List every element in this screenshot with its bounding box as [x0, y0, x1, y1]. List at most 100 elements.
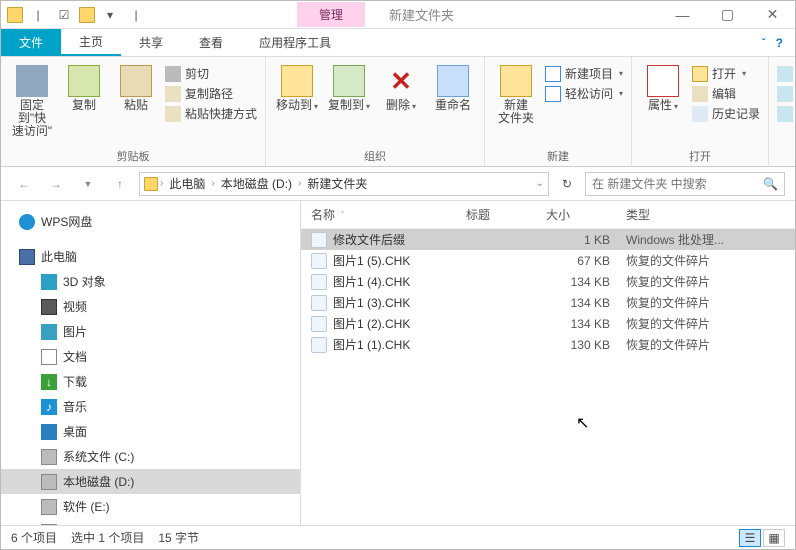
search-input[interactable] — [592, 177, 763, 191]
navigation-pane[interactable]: WPS网盘 此电脑 3D 对象 视频 图片 文档 ↓下载 ♪音乐 桌面 系统文件… — [1, 201, 301, 525]
minimize-button[interactable]: — — [660, 1, 705, 29]
history-button[interactable]: 历史记录 — [692, 105, 760, 122]
paste-button[interactable]: 粘贴 — [113, 61, 159, 112]
nav-3d[interactable]: 3D 对象 — [1, 269, 300, 294]
search-box[interactable]: 🔍 — [585, 172, 785, 196]
tab-view[interactable]: 查看 — [181, 29, 241, 56]
back-button[interactable]: ← — [11, 171, 37, 197]
newfolder-button[interactable]: 新建 文件夹 — [493, 61, 539, 125]
contextual-tab-manage[interactable]: 管理 — [297, 2, 365, 27]
up-button[interactable]: ↑ — [107, 171, 133, 197]
pasteshortcut-button[interactable]: 粘贴快捷方式 — [165, 105, 257, 122]
nav-drive-c[interactable]: 系统文件 (C:) — [1, 444, 300, 469]
titlebar: | ☑ ▾ | 管理 新建文件夹 — ▢ ✕ — [1, 1, 795, 29]
refresh-button[interactable]: ↻ — [555, 172, 579, 196]
download-icon: ↓ — [41, 374, 57, 390]
breadcrumb-drive[interactable]: 本地磁盘 (D:) — [217, 175, 296, 192]
file-pane: 名称ˇ 标题 大小 类型 修改文件后缀1 KBWindows 批处理...图片1… — [301, 201, 795, 525]
breadcrumb-dropdown-icon[interactable]: ⌄ — [536, 178, 544, 189]
tab-share[interactable]: 共享 — [121, 29, 181, 56]
file-row[interactable]: 图片1 (4).CHK134 KB恢复的文件碎片 — [301, 271, 795, 292]
moveto-button[interactable]: 移动到▾ — [274, 61, 320, 113]
delete-button[interactable]: ✕删除▾ — [378, 61, 424, 113]
nav-pc[interactable]: 此电脑 — [1, 244, 300, 269]
column-headers[interactable]: 名称ˇ 标题 大小 类型 — [301, 201, 795, 229]
file-name: 图片1 (5).CHK — [333, 252, 410, 269]
file-size: 130 KB — [546, 338, 626, 352]
copyto-button[interactable]: 复制到▾ — [326, 61, 372, 113]
selectall-button[interactable]: 全部选择 — [777, 65, 796, 82]
file-icon — [311, 253, 327, 269]
column-type[interactable]: 类型 — [626, 206, 795, 223]
chevron-right-icon[interactable]: › — [211, 178, 214, 189]
selectinvert-button[interactable]: 反向选择 — [777, 105, 796, 122]
tab-home[interactable]: 主页 — [61, 29, 121, 56]
file-row[interactable]: 图片1 (3).CHK134 KB恢复的文件碎片 — [301, 292, 795, 313]
pin-button[interactable]: 固定到"快 速访问" — [9, 61, 55, 138]
file-row[interactable]: 图片1 (5).CHK67 KB恢复的文件碎片 — [301, 250, 795, 271]
rename-button[interactable]: 重命名 — [430, 61, 476, 112]
file-icon — [311, 337, 327, 353]
nav-music[interactable]: ♪音乐 — [1, 394, 300, 419]
nav-documents[interactable]: 文档 — [1, 344, 300, 369]
file-type: 恢复的文件碎片 — [626, 252, 795, 269]
icons-view-button[interactable]: ▦ — [763, 529, 785, 547]
drive-icon — [41, 499, 57, 515]
column-size[interactable]: 大小 — [546, 206, 626, 223]
group-new-label: 新建 — [493, 146, 623, 164]
qat-folder-icon[interactable] — [79, 7, 95, 23]
file-type: 恢复的文件碎片 — [626, 336, 795, 353]
breadcrumb-folder[interactable]: 新建文件夹 — [303, 175, 371, 192]
nav-pictures[interactable]: 图片 — [1, 319, 300, 344]
copypath-button[interactable]: 复制路径 — [165, 85, 257, 102]
close-button[interactable]: ✕ — [750, 1, 795, 29]
nav-video[interactable]: 视频 — [1, 294, 300, 319]
column-title[interactable]: 标题 — [466, 206, 546, 223]
breadcrumb-pc[interactable]: 此电脑 — [165, 175, 209, 192]
qat-dropdown-icon[interactable]: ▾ — [99, 4, 121, 26]
open-button[interactable]: 打开▾ — [692, 65, 760, 82]
nav-desktop[interactable]: 桌面 — [1, 419, 300, 444]
newitem-button[interactable]: 新建项目▾ — [545, 65, 623, 82]
details-view-button[interactable]: ☰ — [739, 529, 761, 547]
drive-icon — [41, 474, 57, 490]
column-name[interactable]: 名称ˇ — [311, 206, 466, 223]
nav-drive-e[interactable]: 软件 (E:) — [1, 494, 300, 519]
ribbon-tabs: 文件 主页 共享 查看 应用程序工具 ˇ ? — [1, 29, 795, 57]
cube-icon — [41, 274, 57, 290]
folder-icon — [7, 7, 23, 23]
help-icon[interactable]: ? — [776, 36, 783, 50]
breadcrumb[interactable]: › 此电脑 › 本地磁盘 (D:) › 新建文件夹 ⌄ — [139, 172, 549, 196]
edit-button[interactable]: 编辑 — [692, 85, 760, 102]
properties-button[interactable]: 属性▾ — [640, 61, 686, 113]
video-icon — [41, 299, 57, 315]
ribbon: 固定到"快 速访问" 复制 粘贴 剪切 复制路径 粘贴快捷方式 剪贴板 移动到▾… — [1, 57, 795, 167]
copy-button[interactable]: 复制 — [61, 61, 107, 112]
file-name: 图片1 (3).CHK — [333, 294, 410, 311]
pc-icon — [19, 249, 35, 265]
file-row[interactable]: 图片1 (1).CHK130 KB恢复的文件碎片 — [301, 334, 795, 355]
search-icon[interactable]: 🔍 — [763, 177, 778, 191]
tab-file[interactable]: 文件 — [1, 29, 61, 56]
file-name: 图片1 (4).CHK — [333, 273, 410, 290]
file-row[interactable]: 图片1 (2).CHK134 KB恢复的文件碎片 — [301, 313, 795, 334]
nav-drive-d[interactable]: 本地磁盘 (D:) — [1, 469, 300, 494]
cut-button[interactable]: 剪切 — [165, 65, 257, 82]
file-list[interactable]: 修改文件后缀1 KBWindows 批处理...图片1 (5).CHK67 KB… — [301, 229, 795, 525]
collapse-ribbon-icon[interactable]: ˇ — [762, 36, 766, 50]
status-count: 6 个项目 — [11, 529, 57, 546]
recent-dropdown[interactable]: ▼ — [75, 171, 101, 197]
easyaccess-button[interactable]: 轻松访问▾ — [545, 85, 623, 102]
forward-button[interactable]: → — [43, 171, 69, 197]
qat-separator: | — [27, 4, 49, 26]
chevron-right-icon[interactable]: › — [298, 178, 301, 189]
nav-downloads[interactable]: ↓下载 — [1, 369, 300, 394]
file-row[interactable]: 修改文件后缀1 KBWindows 批处理... — [301, 229, 795, 250]
maximize-button[interactable]: ▢ — [705, 1, 750, 29]
file-name: 修改文件后缀 — [333, 231, 405, 248]
tab-apptools[interactable]: 应用程序工具 — [241, 29, 349, 56]
selectnone-button[interactable]: 全部取消 — [777, 85, 796, 102]
chevron-right-icon[interactable]: › — [160, 178, 163, 189]
qat-checkbox-icon[interactable]: ☑ — [53, 4, 75, 26]
nav-wps[interactable]: WPS网盘 — [1, 209, 300, 234]
